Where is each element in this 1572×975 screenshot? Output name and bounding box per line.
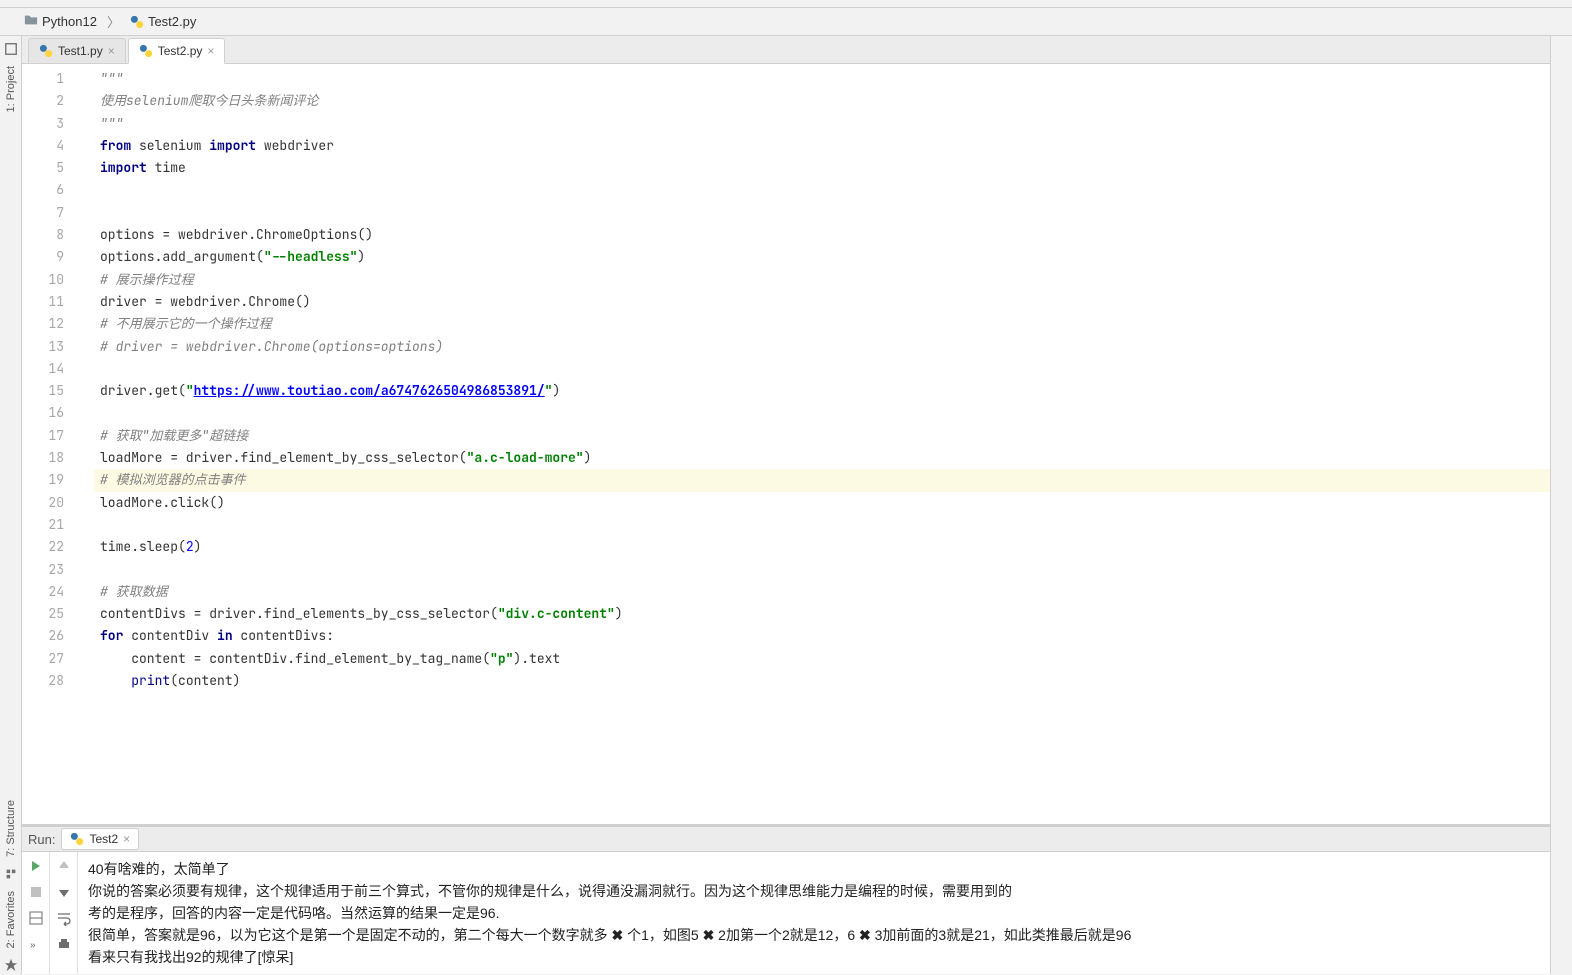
- stop-icon[interactable]: [28, 884, 44, 900]
- editor-tab-bar: Test1.py × Test2.py ×: [22, 36, 1550, 64]
- project-tool-button[interactable]: 1: Project: [5, 60, 17, 118]
- close-icon[interactable]: ×: [108, 44, 115, 58]
- run-output[interactable]: 40有啥难的，太简单了你说的答案必须要有规律，这个规律适用于前三个算式，不管你的…: [78, 852, 1550, 974]
- breadcrumb-project-label: Python12: [42, 14, 97, 29]
- code-line[interactable]: driver = webdriver.Chrome(): [94, 291, 1550, 313]
- right-gutter: [1550, 36, 1572, 974]
- breadcrumb-file-label: Test2.py: [148, 14, 196, 29]
- app-root: Python12 〉 Test2.py 1: Project 7: Struct…: [0, 0, 1572, 974]
- code-line[interactable]: [94, 202, 1550, 224]
- run-panel: Run: Test2 × »: [22, 824, 1550, 974]
- output-line: 40有啥难的，太简单了: [88, 858, 1540, 880]
- main-row: 1: Project 7: Structure 2: Favorites Tes…: [0, 36, 1572, 974]
- soft-wrap-icon[interactable]: [56, 910, 72, 926]
- python-icon: [139, 44, 153, 58]
- editor-tab-test2[interactable]: Test2.py ×: [128, 38, 226, 64]
- code-line[interactable]: # 模拟浏览器的点击事件: [94, 469, 1550, 491]
- code-line[interactable]: [94, 402, 1550, 424]
- run-panel-header: Run: Test2 ×: [22, 827, 1550, 852]
- line-number-gutter: 1234567891011121314151617181920212223242…: [22, 64, 74, 824]
- main-toolbar: [0, 0, 1572, 8]
- breadcrumb-file[interactable]: Test2.py: [126, 14, 200, 29]
- layout-icon[interactable]: [28, 910, 44, 926]
- more-icon[interactable]: »: [28, 936, 44, 952]
- print-icon[interactable]: [56, 936, 72, 952]
- code-line[interactable]: # driver = webdriver.Chrome(options=opti…: [94, 336, 1550, 358]
- output-line: 你说的答案必须要有规律，这个规律适用于前三个算式，不管你的规律是什么，说得通没漏…: [88, 880, 1540, 902]
- svg-text:»: »: [30, 940, 36, 951]
- code-line[interactable]: loadMore.click(): [94, 492, 1550, 514]
- code-editor[interactable]: 1234567891011121314151617181920212223242…: [22, 64, 1550, 824]
- editor-tab-test1[interactable]: Test1.py ×: [28, 38, 126, 63]
- tab-label: Test1.py: [58, 44, 103, 58]
- code-line[interactable]: contentDivs = driver.find_elements_by_cs…: [94, 603, 1550, 625]
- run-tab[interactable]: Test2 ×: [61, 828, 139, 850]
- left-gutter: 1: Project 7: Structure 2: Favorites: [0, 36, 22, 974]
- folder-icon: [24, 13, 38, 30]
- chevron-right-icon: 〉: [107, 12, 120, 31]
- code-content[interactable]: """使用selenium爬取今日头条新闻评论"""from selenium …: [94, 64, 1550, 824]
- breadcrumb-project[interactable]: Python12: [20, 13, 101, 30]
- python-icon: [130, 15, 144, 29]
- code-line[interactable]: from selenium import webdriver: [94, 135, 1550, 157]
- code-line[interactable]: loadMore = driver.find_element_by_css_se…: [94, 447, 1550, 469]
- code-line[interactable]: content = contentDiv.find_element_by_tag…: [94, 648, 1550, 670]
- output-line: 看来只有我找出92的规律了[惊呆]: [88, 946, 1540, 968]
- close-icon[interactable]: ×: [207, 44, 214, 58]
- code-line[interactable]: # 获取数据: [94, 581, 1550, 603]
- code-line[interactable]: # 展示操作过程: [94, 269, 1550, 291]
- run-toolbar-primary: »: [22, 852, 50, 974]
- down-icon[interactable]: [56, 884, 72, 900]
- run-toolbar-secondary: [50, 852, 78, 974]
- code-line[interactable]: time.sleep(2): [94, 536, 1550, 558]
- favorites-tool-button[interactable]: 2: Favorites: [5, 885, 17, 954]
- code-line[interactable]: options = webdriver.ChromeOptions(): [94, 224, 1550, 246]
- output-line: 考的是程序，回答的内容一定是代码咯。当然运算的结果一定是96.: [88, 902, 1540, 924]
- code-line[interactable]: [94, 358, 1550, 380]
- code-line[interactable]: import time: [94, 157, 1550, 179]
- python-icon: [39, 44, 53, 58]
- run-tab-label: Test2: [89, 832, 118, 846]
- code-line[interactable]: [94, 559, 1550, 581]
- up-icon[interactable]: [56, 858, 72, 874]
- output-line: 很简单，答案就是96，以为它这个是第一个是固定不动的，第二个每大一个数字就多 ✖…: [88, 924, 1540, 946]
- code-line[interactable]: [94, 179, 1550, 201]
- center-column: Test1.py × Test2.py × 123456789101112131…: [22, 36, 1550, 974]
- code-line[interactable]: print(content): [94, 670, 1550, 692]
- structure-icon: [4, 867, 18, 881]
- code-line[interactable]: for contentDiv in contentDivs:: [94, 625, 1550, 647]
- run-label: Run:: [28, 832, 55, 847]
- tab-label: Test2.py: [158, 44, 203, 58]
- code-line[interactable]: 使用selenium爬取今日头条新闻评论: [94, 90, 1550, 112]
- breadcrumb: Python12 〉 Test2.py: [0, 8, 1572, 36]
- python-icon: [70, 832, 84, 846]
- code-line[interactable]: """: [94, 68, 1550, 90]
- code-line[interactable]: driver.get("https://www.toutiao.com/a674…: [94, 380, 1550, 402]
- code-line[interactable]: """: [94, 113, 1550, 135]
- fold-gutter: [74, 64, 94, 824]
- project-pane-icon[interactable]: [4, 42, 18, 56]
- star-icon: [4, 958, 18, 972]
- code-line[interactable]: [94, 514, 1550, 536]
- code-line[interactable]: options.add_argument("--headless"): [94, 246, 1550, 268]
- structure-tool-button[interactable]: 7: Structure: [5, 794, 17, 863]
- code-line[interactable]: # 不用展示它的一个操作过程: [94, 313, 1550, 335]
- run-panel-body: » 40有啥难的，太简单了你说的答案必须要有规律，这个规律适用于前三个算式，不管…: [22, 852, 1550, 974]
- code-line[interactable]: # 获取"加载更多"超链接: [94, 425, 1550, 447]
- close-icon[interactable]: ×: [123, 832, 130, 846]
- rerun-icon[interactable]: [28, 858, 44, 874]
